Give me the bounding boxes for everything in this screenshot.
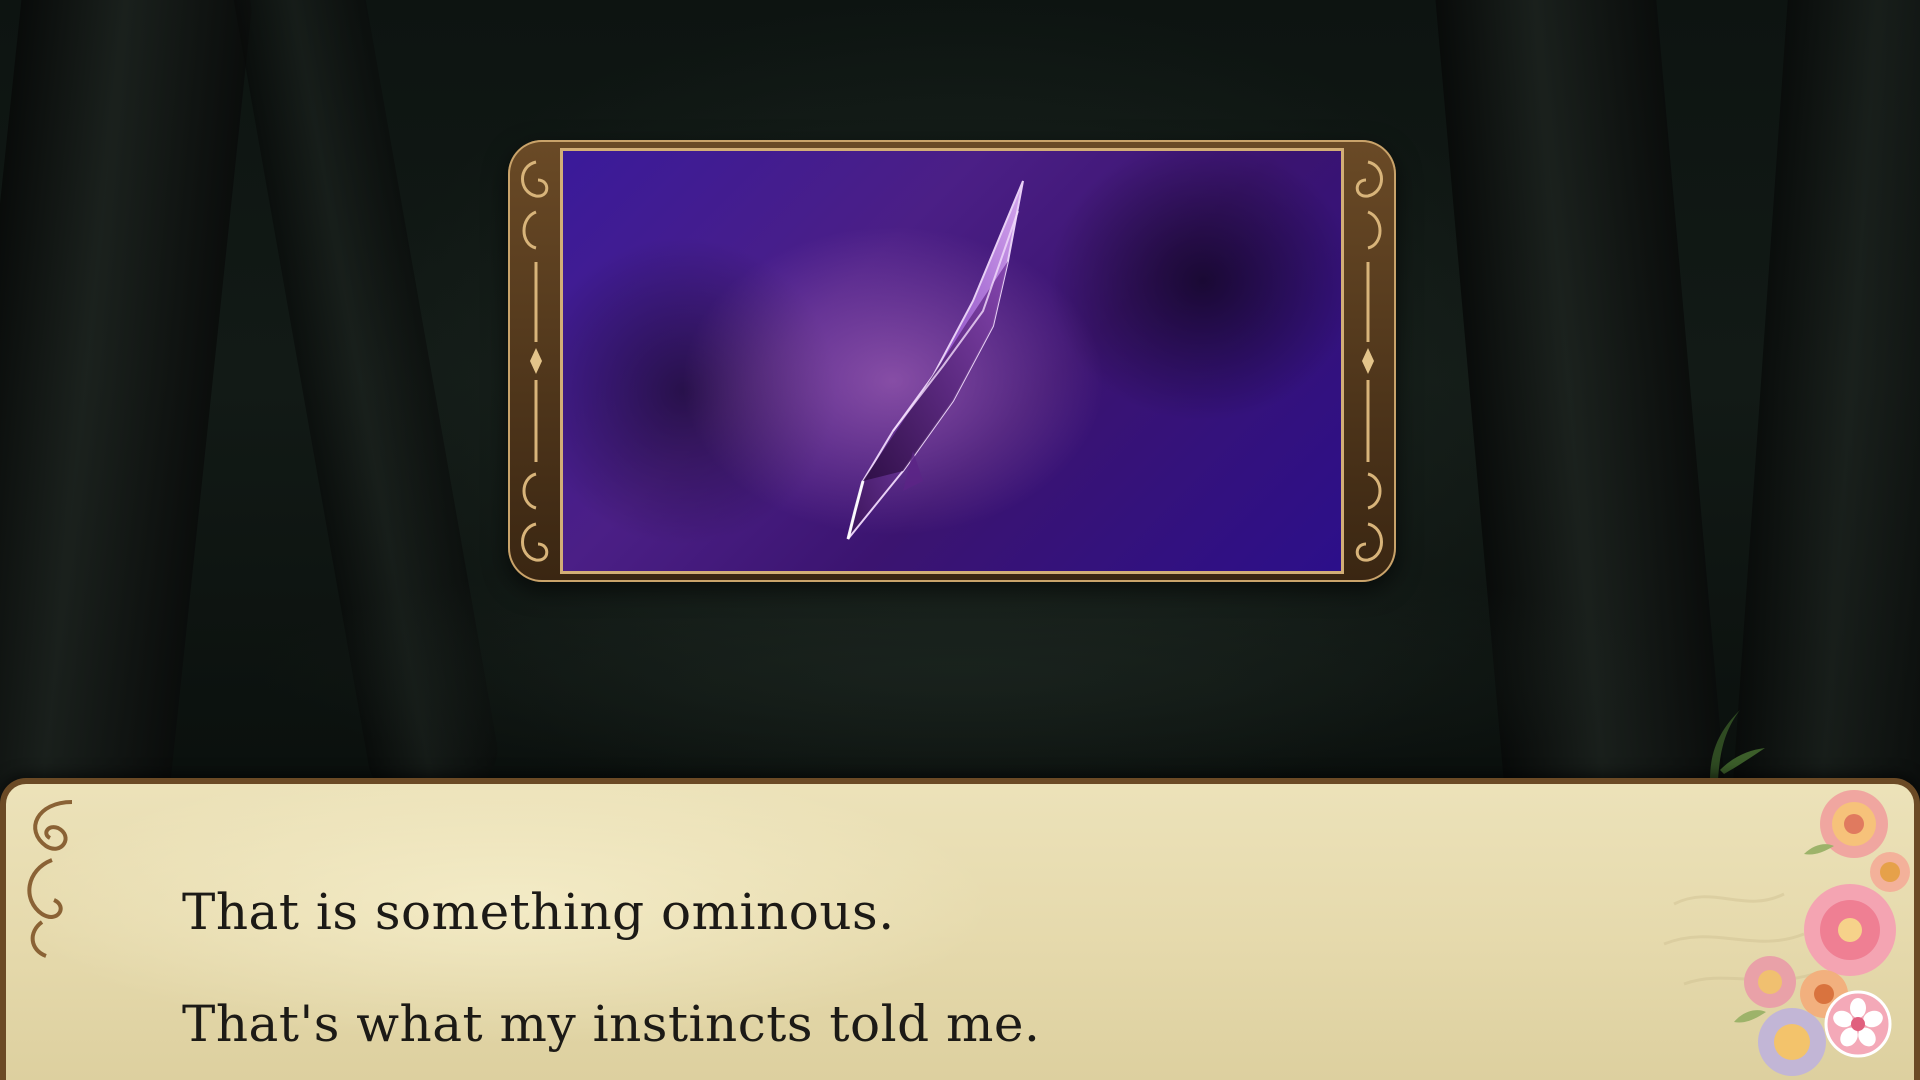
corner-swirl-icon (27, 800, 73, 958)
scroll-ornament-right-icon (1355, 160, 1383, 562)
dialogue-box[interactable]: That is something ominous. That's what m… (0, 778, 1920, 1080)
dialogue-text-line-2: That's what my instincts told me. (182, 995, 1041, 1053)
scroll-ornament-left-icon (521, 160, 549, 562)
leaf-sprig-icon (1710, 710, 1765, 780)
item-image-panel (560, 148, 1344, 574)
cherry-blossom-icon[interactable] (1824, 990, 1892, 1058)
item-display-card (508, 140, 1396, 582)
purple-crystal-shard-icon (846, 180, 1024, 540)
dialogue-text-line-1: That is something ominous. (182, 883, 895, 941)
